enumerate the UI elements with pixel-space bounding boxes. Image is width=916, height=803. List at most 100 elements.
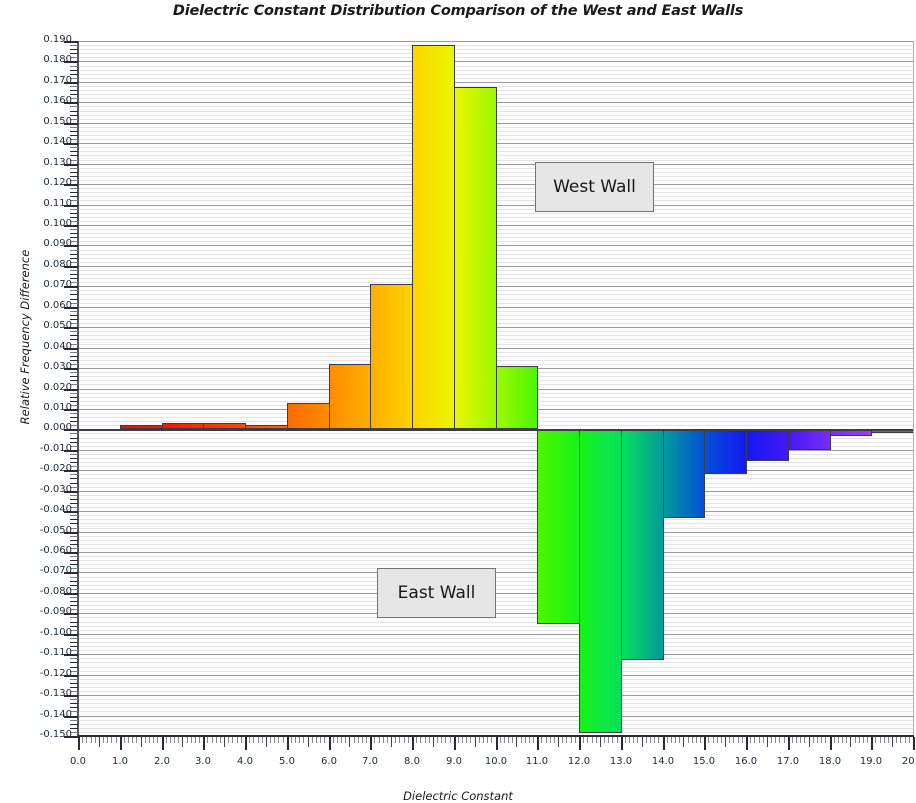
x-tick-minor — [546, 737, 547, 743]
y-tick-minor — [70, 372, 78, 373]
y-tick-minor — [70, 601, 78, 602]
y-tick-label: -0.070 — [39, 565, 72, 576]
gridline-minor — [78, 483, 913, 484]
x-tick-minor — [479, 737, 480, 743]
x-tick-major — [621, 737, 623, 750]
x-tick-minor — [366, 737, 367, 743]
x-tick-major — [412, 737, 414, 750]
y-tick-minor — [70, 213, 78, 214]
x-tick-minor — [646, 737, 647, 743]
gridline-major — [78, 61, 913, 62]
x-tick-minor — [521, 737, 522, 743]
gridline-minor — [78, 642, 913, 643]
x-tick-minor — [900, 737, 901, 743]
y-tick-label: -0.140 — [39, 709, 72, 720]
y-tick-label: -0.010 — [39, 443, 72, 454]
x-tick-minor — [462, 737, 463, 743]
y-tick-label: 0.160 — [43, 95, 72, 106]
x-tick-minor — [387, 737, 388, 743]
x-tick-minor — [541, 737, 542, 743]
x-tick-minor — [333, 737, 334, 743]
x-axis-title: Dielectric Constant — [403, 789, 513, 803]
y-tick-minor — [70, 560, 78, 561]
y-tick-minor — [70, 724, 78, 725]
y-tick-label: -0.110 — [39, 647, 72, 658]
gridline-minor — [78, 519, 913, 520]
y-tick-minor — [70, 438, 78, 439]
x-tick-minor — [383, 737, 384, 743]
y-tick-label: -0.030 — [39, 484, 72, 495]
gridline-minor — [78, 540, 913, 541]
bar — [620, 429, 664, 661]
x-tick-minor — [809, 737, 810, 747]
annotation-east-wall-label: East Wall — [397, 583, 476, 603]
x-tick-minor — [554, 737, 555, 743]
y-tick-minor — [70, 540, 78, 541]
gridline-minor — [78, 487, 913, 488]
x-tick-major — [913, 737, 915, 750]
gridline-minor — [78, 728, 913, 729]
y-tick-label: 0.120 — [43, 177, 72, 188]
x-tick-minor — [637, 737, 638, 743]
x-tick-minor — [224, 737, 225, 747]
y-tick-minor — [70, 233, 78, 234]
y-tick-minor — [70, 699, 78, 700]
gridline-minor — [78, 687, 913, 688]
x-tick-minor — [232, 737, 233, 743]
gridline-major — [78, 634, 913, 635]
gridline-minor — [78, 622, 913, 623]
x-tick-minor — [604, 737, 605, 743]
gridline-major — [78, 716, 913, 717]
x-tick-major — [663, 737, 665, 750]
x-tick-minor — [103, 737, 104, 743]
x-tick-minor — [379, 737, 380, 743]
x-tick-minor — [558, 737, 559, 747]
y-tick-label: 0.080 — [43, 259, 72, 270]
x-tick-minor — [187, 737, 188, 743]
x-tick-minor — [679, 737, 680, 743]
x-tick-minor — [354, 737, 355, 743]
x-tick-minor — [228, 737, 229, 743]
x-tick-minor — [508, 737, 509, 743]
y-tick-label: 0.050 — [43, 320, 72, 331]
x-tick-major — [746, 737, 748, 750]
gridline-minor — [78, 474, 913, 475]
x-tick-minor — [850, 737, 851, 747]
x-tick-minor — [813, 737, 814, 743]
bar — [328, 363, 372, 430]
y-tick-minor — [70, 311, 78, 312]
annotation-west-wall-label: West Wall — [553, 177, 636, 197]
gridline-major — [78, 552, 913, 553]
gridline-minor — [78, 630, 913, 631]
x-tick-minor — [441, 737, 442, 743]
x-tick-minor — [303, 737, 304, 743]
x-tick-minor — [170, 737, 171, 743]
y-tick-minor — [70, 196, 78, 197]
y-tick-minor — [70, 49, 78, 50]
x-tick-minor — [437, 737, 438, 743]
y-tick-minor — [70, 151, 78, 152]
x-tick-minor — [253, 737, 254, 743]
gridline-minor — [78, 528, 913, 529]
x-tick-minor — [692, 737, 693, 743]
y-tick-label: 0.150 — [43, 116, 72, 127]
x-tick-minor — [612, 737, 613, 743]
x-tick-minor — [763, 737, 764, 743]
x-tick-minor — [525, 737, 526, 743]
x-tick-minor — [91, 737, 92, 743]
gridline-minor — [78, 560, 913, 561]
x-tick-minor — [174, 737, 175, 743]
x-tick-minor — [683, 737, 684, 747]
x-tick-minor — [237, 737, 238, 743]
y-tick-label: -0.080 — [39, 586, 72, 597]
y-tick-label: -0.150 — [39, 729, 72, 740]
y-tick-label: -0.100 — [39, 627, 72, 638]
x-tick-minor — [124, 737, 125, 743]
gridline-minor — [78, 544, 913, 545]
x-tick-minor — [571, 737, 572, 743]
gridline-minor — [78, 495, 913, 496]
y-tick-minor — [70, 90, 78, 91]
y-tick-minor — [70, 638, 78, 639]
y-tick-minor — [70, 254, 78, 255]
bar — [579, 429, 622, 733]
